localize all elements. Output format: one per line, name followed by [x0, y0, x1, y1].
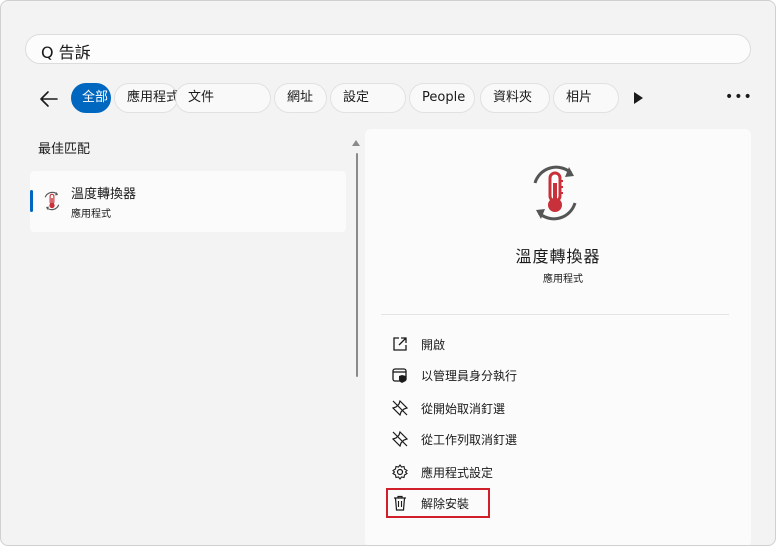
detail-pane: 溫度轉換器 應用程式 開啟 以管理員身分執行 從開始取消釘選 從工作列取消釘選 …	[365, 129, 751, 545]
selection-indicator	[30, 190, 33, 212]
search-window: Q 告訴 全部 應用程式 文件 網址 設定 People 資料夾 相片 ••• …	[0, 0, 776, 546]
back-arrow-icon[interactable]	[37, 87, 61, 111]
action-label: 從開始取消釘選	[421, 402, 506, 416]
result-name: 溫度轉換器	[71, 187, 137, 202]
action-label: 開啟	[421, 338, 446, 352]
detail-app-type: 應用程式	[543, 274, 583, 285]
scroll-up-arrow-icon[interactable]	[352, 140, 360, 146]
action-unpin-start[interactable]: 從開始取消釘選	[391, 397, 711, 421]
action-run-as-admin[interactable]: 以管理員身分執行	[391, 364, 711, 388]
tab-web[interactable]: 網址	[274, 83, 327, 113]
action-app-settings[interactable]: 應用程式設定	[391, 461, 711, 485]
search-box[interactable]: Q 告訴	[25, 34, 751, 64]
admin-shield-icon	[392, 368, 407, 383]
unpin-icon	[391, 399, 409, 417]
scrollbar[interactable]	[356, 153, 358, 377]
tab-all[interactable]: 全部	[71, 83, 111, 113]
tab-documents[interactable]: 文件	[175, 83, 271, 113]
result-type: 應用程式	[71, 209, 111, 220]
unpin-icon	[391, 430, 409, 448]
uninstall-highlight-box	[386, 488, 490, 518]
tab-folders[interactable]: 資料夾	[480, 83, 550, 113]
tab-apps[interactable]: 應用程式	[114, 83, 179, 113]
action-label: 應用程式設定	[421, 466, 494, 480]
tab-settings[interactable]: 設定	[330, 83, 406, 113]
action-unpin-taskbar[interactable]: 從工作列取消釘選	[391, 428, 711, 452]
more-options-icon[interactable]: •••	[725, 89, 753, 105]
tabs-scroll-right-icon[interactable]	[634, 92, 643, 104]
action-label: 以管理員身分執行	[421, 369, 518, 383]
tab-photos[interactable]: 相片	[553, 83, 619, 113]
thermometer-app-icon	[533, 165, 577, 221]
detail-app-title: 溫度轉換器	[515, 247, 601, 266]
action-label: 從工作列取消釘選	[421, 433, 518, 447]
tab-people[interactable]: People	[409, 83, 475, 113]
result-item[interactable]: 溫度轉換器 應用程式	[30, 171, 346, 232]
search-input[interactable]: Q 告訴	[41, 39, 91, 63]
open-external-icon	[393, 337, 407, 351]
filter-tabs: 全部 應用程式 文件 網址 設定 People 資料夾 相片 •••	[1, 83, 775, 115]
divider	[381, 314, 729, 315]
gear-icon	[392, 464, 408, 480]
best-match-heading: 最佳匹配	[38, 142, 91, 157]
action-open[interactable]: 開啟	[391, 333, 711, 357]
thermometer-app-icon	[44, 191, 60, 211]
